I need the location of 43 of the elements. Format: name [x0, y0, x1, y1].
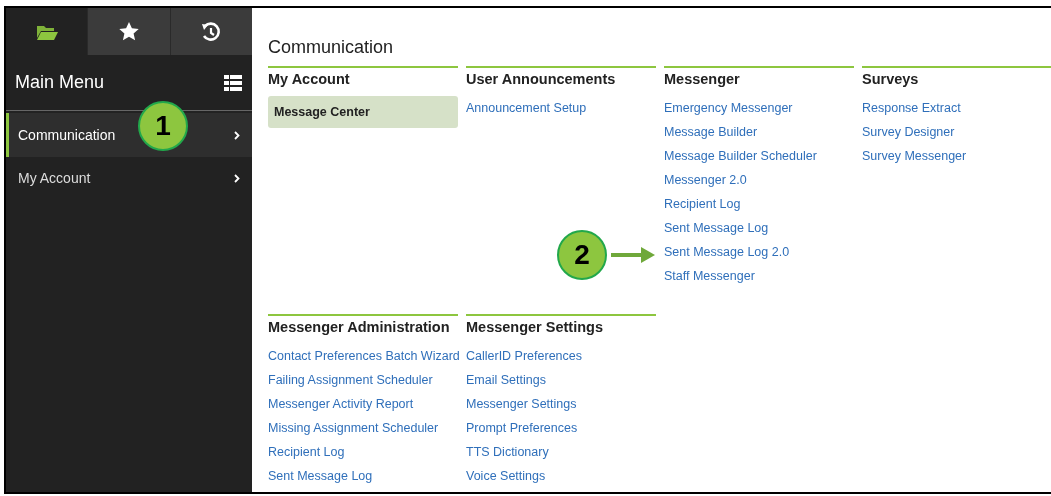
menu-link[interactable]: Failing Assignment Scheduler — [268, 368, 458, 392]
menu-link[interactable]: Sent Message Log — [268, 464, 458, 488]
menu-link[interactable]: Response Extract — [862, 96, 1051, 120]
menu-link[interactable]: Recipient Log — [268, 440, 458, 464]
menu-link[interactable]: Survey Messenger — [862, 144, 1051, 168]
menu-link[interactable]: Messenger Activity Report — [268, 392, 458, 416]
menu-link[interactable]: Survey Designer — [862, 120, 1051, 144]
chevron-icon — [234, 130, 240, 140]
chevron-icon — [234, 173, 240, 183]
menu-link[interactable]: Prompt Preferences — [466, 416, 656, 440]
list-view-icon[interactable] — [224, 74, 242, 91]
menu-link[interactable]: Messenger Settings — [466, 392, 656, 416]
menu-title: Main Menu — [15, 72, 105, 93]
sidebar-tab[interactable] — [169, 8, 252, 55]
menu-link[interactable]: TTS Dictionary — [466, 440, 656, 464]
menu-link[interactable]: Email Settings — [466, 368, 656, 392]
menu-link[interactable]: Contact Preferences Batch Wizard — [268, 344, 458, 368]
folder-icon — [35, 23, 58, 40]
section-heading: Messenger — [664, 70, 741, 89]
step-callout-overlay: 2 — [557, 230, 607, 280]
menu-link[interactable]: Messenger 2.0 — [664, 168, 854, 192]
sidebar-tab[interactable] — [87, 8, 170, 55]
menu-link[interactable]: Message Builder — [664, 120, 854, 144]
menu-link[interactable]: Message Center — [268, 96, 458, 128]
section-heading: Surveys — [862, 70, 920, 89]
menu-link[interactable]: Message Builder Scheduler — [664, 144, 854, 168]
history-icon — [201, 21, 222, 42]
section-heading: Messenger Administration — [268, 318, 451, 337]
menu-link[interactable]: Emergency Messenger — [664, 96, 854, 120]
section-heading: Messenger Settings — [466, 318, 604, 337]
menu-link[interactable]: Staff Messenger — [664, 264, 854, 288]
menu-link[interactable]: Missing Assignment Scheduler — [268, 416, 458, 440]
section-heading: User Announcements — [466, 70, 617, 89]
menu-link[interactable]: CallerID Preferences — [466, 344, 656, 368]
menu-link[interactable]: Recipient Log — [664, 192, 854, 216]
page-title: Communication — [268, 36, 395, 59]
menu-link[interactable]: Voice Settings — [466, 464, 656, 488]
menu-link[interactable]: Sent Message Log — [664, 216, 854, 240]
star-icon — [119, 22, 139, 41]
menu-item[interactable]: My Account — [6, 157, 252, 199]
menu-link[interactable]: Sent Message Log 2.0 — [664, 240, 854, 264]
menu-link[interactable]: Announcement Setup — [466, 96, 656, 120]
section-heading: My Account — [268, 70, 351, 89]
